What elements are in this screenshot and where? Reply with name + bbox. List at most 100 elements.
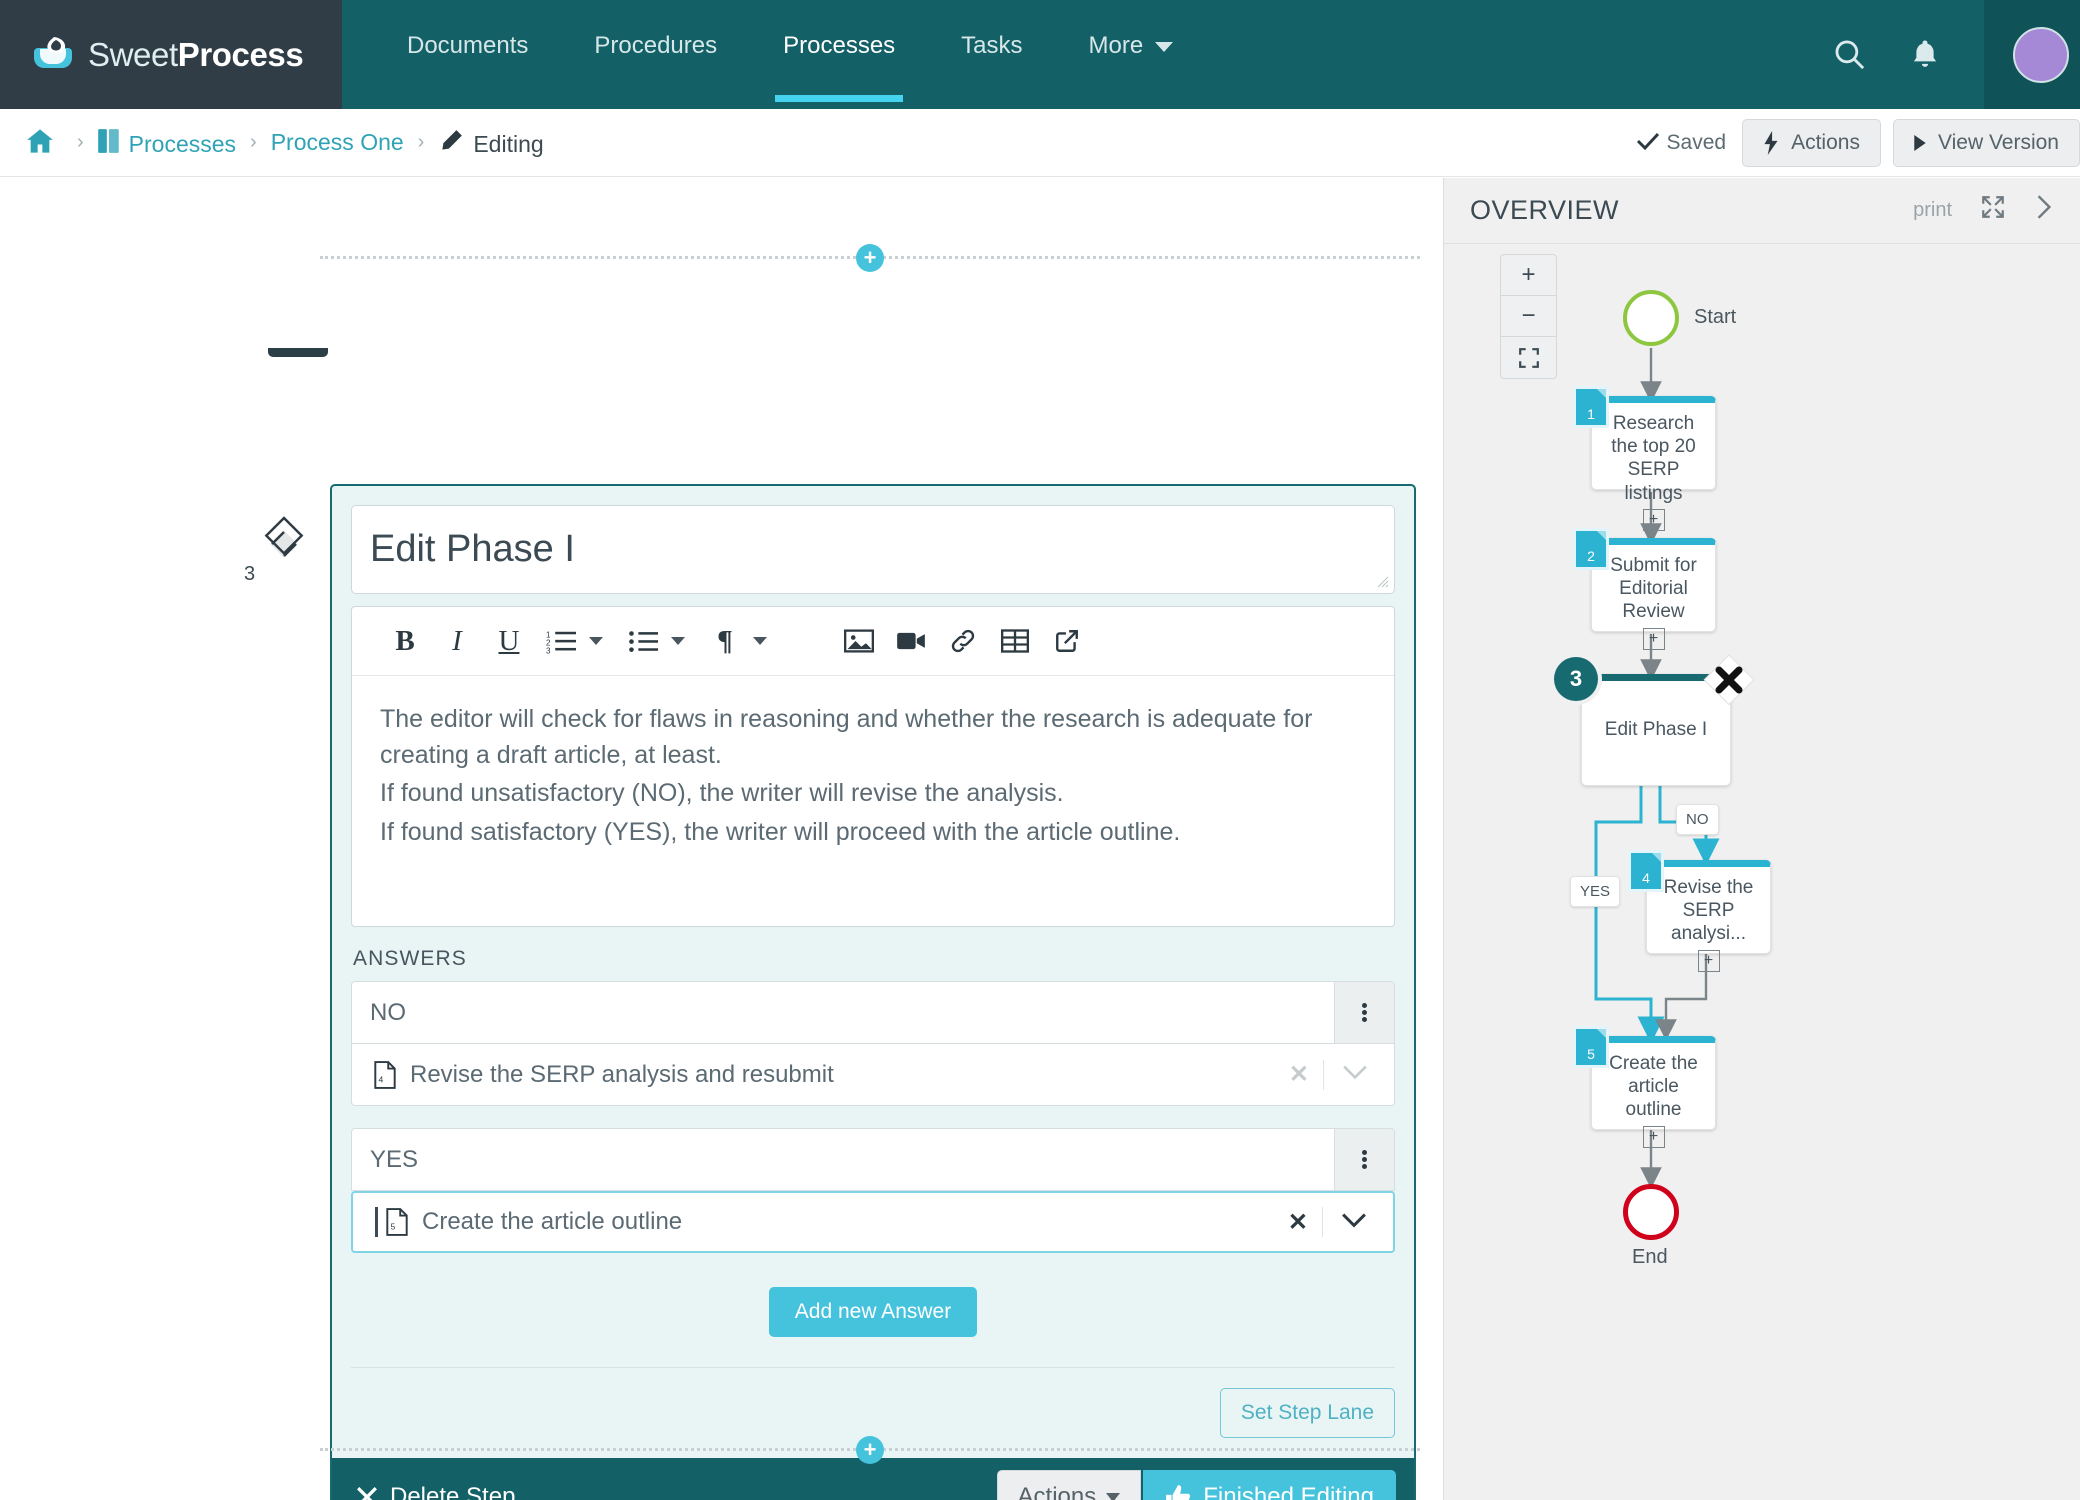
insert-link-icon[interactable] [937,607,989,676]
user-menu-area[interactable] [1984,0,2080,109]
step-body-content[interactable]: The editor will check for flaws in reaso… [352,676,1394,926]
add-step-button-bottom[interactable]: + [856,1436,884,1464]
breadcrumb-processes-label: Processes [128,130,237,157]
flow-node-4-expand-icon[interactable]: + [1697,949,1720,972]
step-body-paragraph-1: The editor will check for flaws in reaso… [380,705,1313,769]
flow-end-label: End [1632,1246,1668,1268]
flow-node-1[interactable]: 1 Research the top 20 SERP listings + [1576,389,1716,531]
chevron-right-icon[interactable] [2034,194,2054,227]
previous-step-card-edge [268,348,328,357]
process-flowchart: Start 1 Research the top 20 SERP listing… [1444,244,2080,1500]
answer-link-text-yes: Create the article outline [422,1208,683,1235]
nav-item-processes[interactable]: Processes [775,32,904,102]
answer-chevron-down-icon-yes[interactable] [1323,1212,1377,1233]
breadcrumb-process-name[interactable]: Process One [271,129,404,156]
answer-remove-icon-yes[interactable]: ✕ [1274,1208,1322,1237]
delete-step-button[interactable]: Delete Step [356,1483,515,1500]
paragraph-format-dropdown-icon[interactable] [753,637,767,645]
nav-item-tasks[interactable]: Tasks [961,32,1022,60]
underline-icon[interactable]: U [483,607,535,676]
flow-node-5-badge: 5 [1576,1029,1606,1065]
view-version-button[interactable]: View Version [1892,118,2080,167]
finished-editing-label: Finished Editing [1203,1483,1374,1500]
flow-node-2-label: Submit for Editorial Review [1610,555,1697,623]
footer-actions-button[interactable]: Actions [996,1470,1142,1500]
breadcrumb-processes[interactable]: Processes [97,128,237,158]
answer-chevron-down-icon-no[interactable] [1324,1064,1378,1085]
answer-row-no [351,981,1395,1044]
flow-node-2-expand-icon[interactable]: + [1642,627,1665,650]
breadcrumb-home[interactable] [26,128,63,158]
step-marker-decision: 3 [244,512,316,585]
header-actions: Saved Actions View Version [1636,118,2080,167]
answer-link-row-yes[interactable]: 5 Create the article outline ✕ [351,1191,1395,1253]
flow-edge-label-no: NO [1676,804,1719,835]
bold-icon[interactable]: B [379,607,431,676]
paragraph-format-icon[interactable]: ¶ [699,607,751,676]
add-step-divider-bottom: + [320,1436,1420,1464]
play-caret-icon [1914,134,1926,151]
flow-node-2[interactable]: 2 Submit for Editorial Review + [1576,531,1716,650]
search-icon[interactable] [1832,37,1866,76]
unordered-list-dropdown-icon[interactable] [671,637,685,645]
ordered-list-icon[interactable]: 123 [535,607,587,676]
brand-name-second: Process [177,35,304,73]
flow-node-1-expand-icon[interactable]: + [1642,508,1665,531]
flow-end-node[interactable] [1623,1184,1679,1240]
ordered-list-dropdown-icon[interactable] [589,637,603,645]
nav-item-more[interactable]: More [1089,32,1174,60]
editor-toolbar: B I U 123 ¶ [352,607,1394,676]
answer-link-row-no[interactable]: 4 Revise the SERP analysis and resubmit … [351,1044,1395,1106]
open-external-icon[interactable] [1041,607,1093,676]
expand-arrows-icon[interactable] [1980,194,2006,227]
flow-node-3-decision[interactable]: 3 Edit Phase I [1554,654,1755,786]
flow-start-node[interactable] [1623,290,1679,346]
svg-text:5: 5 [391,1222,396,1232]
avatar[interactable] [2013,26,2069,83]
add-answer-area: Add new Answer [351,1275,1395,1367]
flow-node-5-expand-icon[interactable]: + [1642,1125,1665,1148]
step-marker-number: 3 [244,563,256,585]
flow-node-4[interactable]: 4 Revise the SERP analysi... + [1631,853,1771,972]
nav-item-documents[interactable]: Documents [407,32,528,60]
bell-icon[interactable] [1910,38,1940,75]
italic-icon[interactable]: I [431,607,483,676]
answer-input-no[interactable] [352,982,1334,1043]
saved-status: Saved [1636,131,1726,155]
overview-header: OVERVIEW print [1444,178,2080,244]
unordered-list-icon[interactable] [617,607,669,676]
flow-edge-label-yes: YES [1570,876,1621,907]
breadcrumb-bar: › Processes › Process One › Editing Save… [0,109,2080,177]
overview-print-button[interactable]: print [1913,199,1952,222]
flow-node-5[interactable]: 5 Create the article outline + [1576,1029,1716,1148]
step-title-input[interactable] [351,505,1395,594]
set-step-lane-button[interactable]: Set Step Lane [1219,1388,1395,1438]
brand-logo-area[interactable]: SweetProcess [0,0,342,109]
insert-image-icon[interactable] [833,607,885,676]
step-title-wrap [351,505,1395,594]
answer-remove-icon-no[interactable]: ✕ [1275,1060,1323,1089]
flow-node-4-badge: 4 [1631,853,1661,889]
breadcrumb-separator-3: › [417,131,425,153]
process-steps-editor-area: + 3 B I U 123 [0,178,1443,1500]
step-editor-card: B I U 123 ¶ [330,484,1416,1500]
answer-group-yes: 5 Create the article outline ✕ [351,1128,1395,1253]
breadcrumb-separator-1: › [77,131,84,153]
answer-options-button-yes[interactable] [1334,1129,1394,1190]
insert-table-icon[interactable] [989,607,1041,676]
flow-node-2-badge: 2 [1576,531,1606,567]
flow-node-5-label: Create the article outline [1609,1053,1698,1121]
finished-editing-button[interactable]: Finished Editing [1143,1470,1396,1500]
answers-section-label: ANSWERS [353,947,467,970]
brand-name-first: Sweet [88,35,178,73]
svg-text:4: 4 [379,1074,384,1084]
footer-right-actions: Actions Finished Editing [996,1470,1396,1500]
actions-button[interactable]: Actions [1742,118,1881,167]
answer-options-button-no[interactable] [1334,982,1394,1043]
insert-video-icon[interactable] [885,607,937,676]
add-new-answer-button[interactable]: Add new Answer [768,1287,978,1337]
rich-text-editor: B I U 123 ¶ The editor will check for fl… [351,606,1395,927]
add-step-button-top[interactable]: + [856,244,884,272]
nav-item-procedures[interactable]: Procedures [594,32,717,60]
answer-input-yes[interactable] [352,1129,1334,1190]
